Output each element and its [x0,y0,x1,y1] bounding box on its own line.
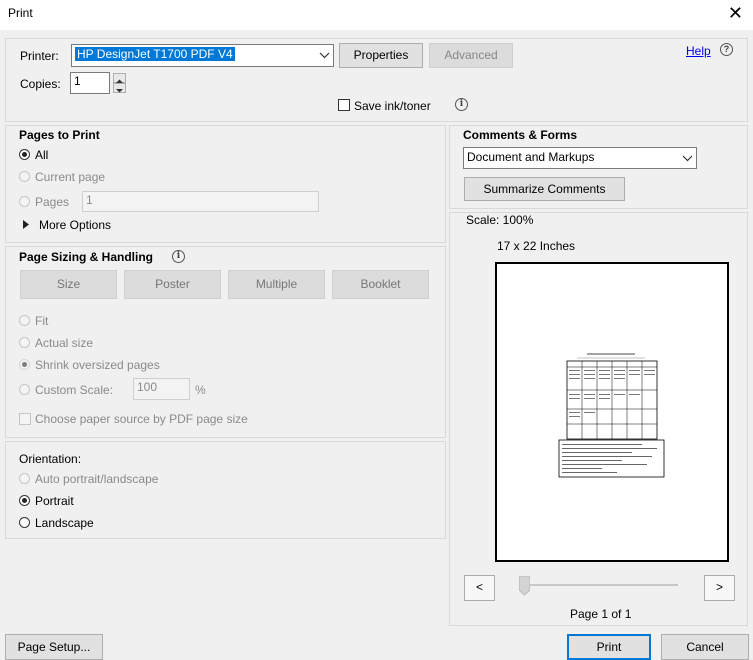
all-radio[interactable] [19,149,30,160]
prev-page-button[interactable]: < [464,575,495,601]
shrink-radio[interactable] [19,359,30,370]
current-page-radio[interactable] [19,171,30,182]
actual-size-radio[interactable] [19,337,30,348]
comments-title: Comments & Forms [463,128,578,142]
page-sizing-title: Page Sizing & Handling [19,250,154,264]
title-bar [0,0,753,30]
properties-button[interactable]: Properties [339,43,423,68]
actual-size-label: Actual size [35,336,94,350]
printer-select[interactable]: HP DesignJet T1700 PDF V4 [71,44,334,67]
page-indicator: Page 1 of 1 [570,607,632,621]
save-ink-checkbox[interactable] [338,99,350,111]
pages-radio[interactable] [19,196,30,207]
pages-range-input[interactable]: 1 [82,191,319,212]
landscape-label: Landscape [35,516,94,530]
page-slider-track[interactable] [520,584,678,586]
info-icon[interactable]: i [455,98,468,111]
paper-size-label: 17 x 22 Inches [497,239,576,253]
size-tab[interactable]: Size [20,270,117,299]
custom-scale-label: Custom Scale: [35,383,114,397]
copies-label: Copies: [20,77,61,91]
orientation-title: Orientation: [19,452,82,466]
slider-thumb[interactable] [519,576,530,596]
print-button[interactable]: Print [567,634,651,660]
more-options-toggle[interactable]: More Options [39,218,111,232]
all-label: All [35,148,49,162]
percent-label: % [195,383,206,397]
auto-orientation-radio[interactable] [19,473,30,484]
poster-tab[interactable]: Poster [124,270,221,299]
printer-label: Printer: [20,49,59,63]
fit-label: Fit [35,314,49,328]
copies-down-button[interactable] [113,83,126,93]
page-preview [495,262,729,562]
fit-radio[interactable] [19,315,30,326]
comments-selected: Document and Markups [467,150,595,164]
copies-input[interactable]: 1 [70,72,110,94]
page-setup-button[interactable]: Page Setup... [5,634,103,660]
next-page-button[interactable]: > [704,575,735,601]
chevron-down-icon [319,52,330,59]
portrait-label: Portrait [35,494,74,508]
current-page-label: Current page [35,170,106,184]
pages-label: Pages [35,195,70,209]
printer-selected: HP DesignJet T1700 PDF V4 [75,47,235,61]
triangle-right-icon[interactable] [23,220,30,229]
landscape-radio[interactable] [19,517,30,528]
pages-to-print-title: Pages to Print [19,128,100,142]
custom-scale-input[interactable]: 100 [133,378,190,400]
window-title: Print [8,6,33,20]
document-thumbnail [558,353,665,478]
paper-source-checkbox[interactable] [19,413,31,425]
help-icon[interactable]: ? [720,43,733,56]
booklet-tab[interactable]: Booklet [332,270,429,299]
info-icon[interactable]: i [172,250,185,263]
comments-select[interactable]: Document and Markups [463,147,697,169]
cancel-button[interactable]: Cancel [661,634,749,660]
summarize-comments-button[interactable]: Summarize Comments [464,177,625,201]
shrink-label: Shrink oversized pages [35,358,160,372]
arrow-down-icon [116,89,123,93]
scale-label: Scale: 100% [466,213,534,227]
chevron-down-icon [682,155,693,162]
save-ink-label: Save ink/toner [354,99,431,113]
portrait-radio[interactable] [19,495,30,506]
copies-up-button[interactable] [113,73,126,83]
multiple-tab[interactable]: Multiple [228,270,325,299]
paper-source-label: Choose paper source by PDF page size [35,412,248,426]
help-link[interactable]: Help [686,44,711,58]
advanced-button[interactable]: Advanced [429,43,513,68]
close-icon[interactable]: ✕ [728,2,743,24]
custom-scale-radio[interactable] [19,384,30,395]
auto-orientation-label: Auto portrait/landscape [35,472,159,486]
